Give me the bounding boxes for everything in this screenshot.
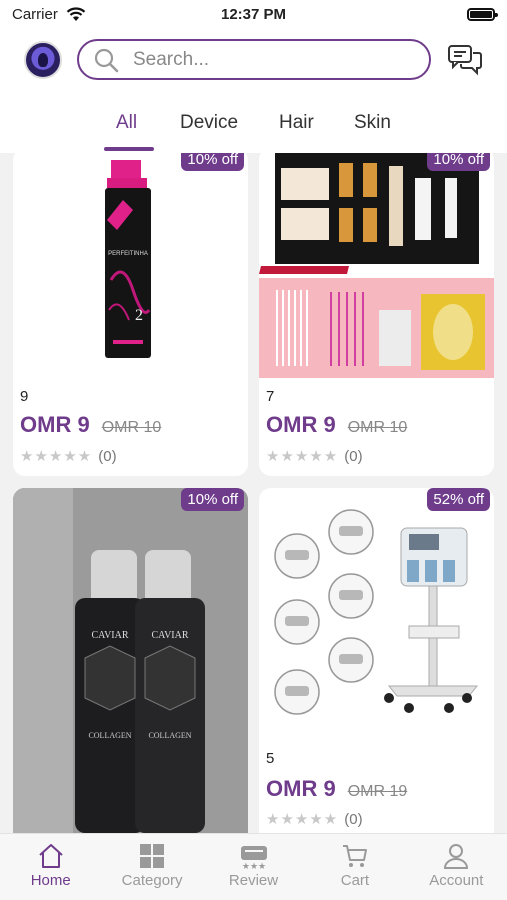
product-card[interactable]: CAVIAR CAVIAR COLLAGEN COLLAGEN 10% off xyxy=(13,488,248,833)
review-icon: ★★★ xyxy=(240,846,267,870)
discount-badge: 10% off xyxy=(427,153,490,171)
star-rating-icon: ★★★★★ xyxy=(266,811,339,828)
carrier-label: Carrier xyxy=(12,5,58,23)
battery-icon xyxy=(467,7,498,21)
search-bar[interactable] xyxy=(77,39,431,80)
category-tabs: All Device Hair Skin xyxy=(0,108,507,153)
home-icon xyxy=(39,844,63,868)
product-image xyxy=(259,153,494,378)
product-quantity: 9 xyxy=(20,388,29,405)
rating-count: (0) xyxy=(344,810,363,828)
product-image: PERFEITINHA 2 xyxy=(105,160,151,358)
status-bar: Carrier 12:37 PM xyxy=(0,0,507,28)
product-price: OMR 9 OMR 10 xyxy=(266,412,407,438)
bottom-nav: Home Category ★★★ Review Cart Account xyxy=(0,833,507,900)
svg-text:2: 2 xyxy=(135,307,143,324)
star-rating-icon: ★★★★★ xyxy=(266,448,339,465)
nav-cart-label: Cart xyxy=(340,872,370,889)
tab-device[interactable]: Device xyxy=(180,112,238,134)
user-icon xyxy=(444,844,469,869)
nav-review-label: Review xyxy=(228,872,279,889)
product-price: OMR 9 OMR 10 xyxy=(20,412,161,438)
nav-review[interactable]: ★★★ Review xyxy=(203,834,304,900)
product-price: OMR 9 OMR 19 xyxy=(266,776,407,802)
chat-icon[interactable] xyxy=(447,44,483,76)
product-rating: ★★★★★ (0) xyxy=(266,810,363,829)
svg-text:★★★: ★★★ xyxy=(241,862,265,870)
grid-icon xyxy=(140,844,165,868)
product-grid: PERFEITINHA 2 10% off 9 OMR 9 OMR 10 ★★★… xyxy=(0,153,507,833)
current-price: OMR 9 xyxy=(20,412,90,437)
tab-hair[interactable]: Hair xyxy=(279,112,314,134)
status-time: 12:37 PM xyxy=(220,5,287,23)
product-rating: ★★★★★ (0) xyxy=(266,447,363,466)
nav-home[interactable]: Home xyxy=(0,834,101,900)
original-price: OMR 19 xyxy=(347,783,408,800)
search-icon xyxy=(94,48,119,72)
wifi-icon xyxy=(66,6,86,21)
search-input[interactable] xyxy=(133,48,393,71)
product-rating: ★★★★★ (0) xyxy=(20,447,117,466)
discount-badge: 10% off xyxy=(181,153,244,171)
rating-count: (0) xyxy=(344,447,363,465)
svg-text:CAVIAR: CAVIAR xyxy=(91,630,128,641)
nav-category[interactable]: Category xyxy=(101,834,202,900)
svg-text:COLLAGEN: COLLAGEN xyxy=(88,731,131,740)
tab-active-indicator xyxy=(104,147,154,151)
nav-account-label: Account xyxy=(429,872,484,889)
star-rating-icon: ★★★★★ xyxy=(20,448,93,465)
product-card[interactable]: 52% off 5 OMR 9 OMR 19 ★★★★★ (0) xyxy=(259,488,494,833)
tab-skin[interactable]: Skin xyxy=(354,112,391,134)
rating-count: (0) xyxy=(98,447,117,465)
nav-cart[interactable]: Cart xyxy=(304,834,405,900)
svg-text:COLLAGEN: COLLAGEN xyxy=(148,731,191,740)
nav-home-label: Home xyxy=(30,872,71,889)
nav-category-label: Category xyxy=(121,872,183,889)
original-price: OMR 10 xyxy=(347,419,408,436)
product-image: CAVIAR CAVIAR COLLAGEN COLLAGEN xyxy=(13,488,248,833)
discount-badge: 10% off xyxy=(181,488,244,511)
discount-badge: 52% off xyxy=(427,488,490,511)
product-image xyxy=(274,509,479,715)
current-price: OMR 9 xyxy=(266,776,336,801)
product-card[interactable]: 10% off 7 OMR 9 OMR 10 ★★★★★ (0) xyxy=(259,153,494,476)
svg-text:PERFEITINHA: PERFEITINHA xyxy=(108,251,148,257)
current-price: OMR 9 xyxy=(266,412,336,437)
svg-text:CAVIAR: CAVIAR xyxy=(151,630,188,641)
nav-account[interactable]: Account xyxy=(406,834,507,900)
product-quantity: 7 xyxy=(266,388,275,405)
cart-icon xyxy=(342,845,367,867)
original-price: OMR 10 xyxy=(101,419,162,436)
product-card[interactable]: PERFEITINHA 2 10% off 9 OMR 9 OMR 10 ★★★… xyxy=(13,153,248,476)
header: All Device Hair Skin xyxy=(0,28,507,153)
app-logo[interactable] xyxy=(24,41,62,79)
product-quantity: 5 xyxy=(266,750,275,767)
tab-all[interactable]: All xyxy=(116,112,137,134)
